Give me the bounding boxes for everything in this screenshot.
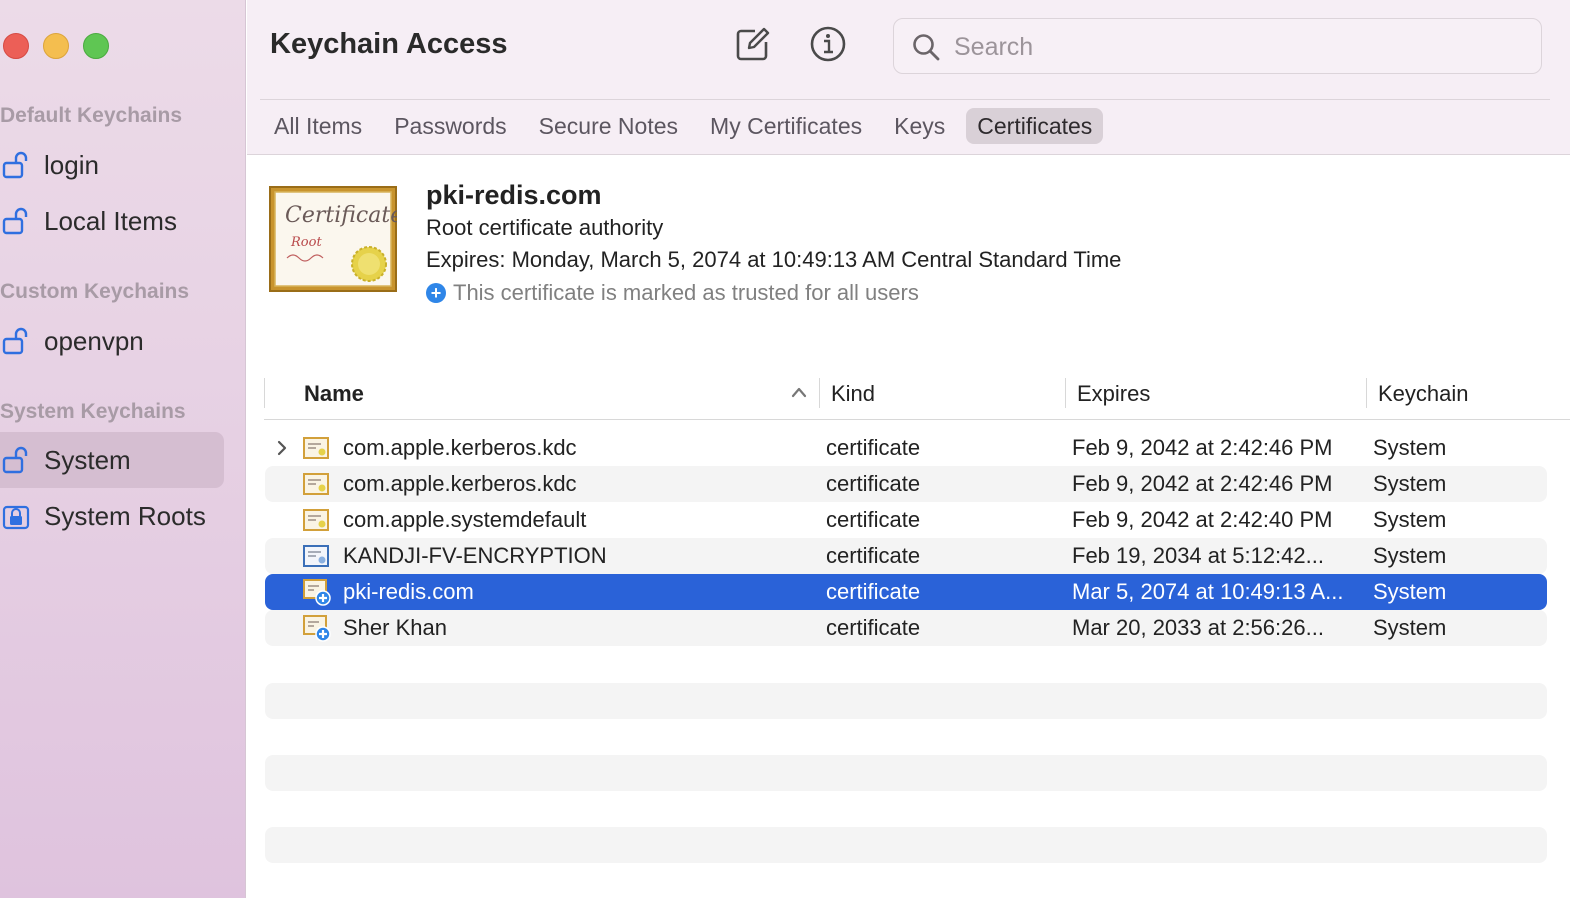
sidebar-section-default-keychains: Default Keychains bbox=[0, 104, 183, 127]
category-tabs: All Items Passwords Secure Notes My Cert… bbox=[263, 108, 1113, 144]
row-keychain: System bbox=[1373, 615, 1447, 640]
sidebar-item-local-items[interactable]: Local Items bbox=[0, 193, 224, 249]
row-kind: certificate bbox=[826, 615, 921, 640]
certificate-icon bbox=[303, 509, 329, 531]
certificate-trust-status: + This certificate is marked as trusted … bbox=[426, 280, 919, 306]
svg-text:Certificate: Certificate bbox=[285, 203, 397, 228]
row-expires: Feb 19, 2034 at 5:12:42... bbox=[1072, 543, 1324, 568]
column-header-expires[interactable]: Expires bbox=[1077, 376, 1150, 412]
unlocked-padlock-icon bbox=[2, 446, 28, 474]
tab-secure-notes[interactable]: Secure Notes bbox=[528, 108, 689, 144]
close-window-button[interactable] bbox=[3, 33, 29, 59]
row-expires: Feb 9, 2042 at 2:42:46 PM bbox=[1072, 471, 1333, 496]
sidebar-item-label: openvpn bbox=[44, 325, 144, 356]
sidebar-item-system[interactable]: System bbox=[0, 432, 224, 488]
sidebar-section-custom-keychains: Custom Keychains bbox=[0, 280, 190, 303]
certificate-type: Root certificate authority bbox=[426, 215, 664, 240]
row-expires: Feb 9, 2042 at 2:42:46 PM bbox=[1072, 435, 1333, 460]
empty-table-row bbox=[265, 755, 1547, 791]
table-row[interactable]: KANDJI-FV-ENCRYPTION certificate Feb 19,… bbox=[265, 538, 1547, 574]
trusted-plus-icon: + bbox=[426, 283, 446, 303]
toolbar: Keychain Access All Items Passwords Secu… bbox=[247, 0, 1570, 155]
tab-my-certificates[interactable]: My Certificates bbox=[699, 108, 873, 144]
table-row[interactable]: com.apple.kerberos.kdc certificate Feb 9… bbox=[265, 430, 1547, 466]
sidebar-item-openvpn[interactable]: openvpn bbox=[0, 313, 224, 369]
zoom-window-button[interactable] bbox=[83, 33, 109, 59]
table-header: Name Kind Expires Keychain bbox=[264, 376, 1570, 420]
sidebar-item-label: Local Items bbox=[44, 205, 177, 236]
certificate-icon bbox=[303, 437, 329, 459]
column-separator[interactable] bbox=[819, 378, 820, 408]
sidebar-item-system-roots[interactable]: System Roots bbox=[0, 488, 224, 544]
tab-certificates[interactable]: Certificates bbox=[966, 108, 1104, 144]
column-header-kind[interactable]: Kind bbox=[831, 376, 875, 412]
certificate-icon bbox=[303, 473, 329, 495]
sidebar: Default Keychains login Local Items Cust… bbox=[0, 0, 246, 898]
minimize-window-button[interactable] bbox=[43, 33, 69, 59]
column-separator bbox=[264, 378, 265, 408]
row-kind: certificate bbox=[826, 435, 921, 460]
certificate-name: pki-redis.com bbox=[426, 180, 602, 210]
sidebar-item-label: System bbox=[44, 444, 131, 475]
search-icon bbox=[913, 34, 940, 61]
row-name: Sher Khan bbox=[343, 615, 447, 640]
trust-text: This certificate is marked as trusted fo… bbox=[453, 280, 919, 305]
row-keychain: System bbox=[1373, 471, 1447, 496]
sidebar-item-login[interactable]: login bbox=[0, 137, 224, 193]
certificate-list: com.apple.kerberos.kdc certificate Feb 9… bbox=[265, 430, 1547, 646]
table-row[interactable]: com.apple.systemdefault certificate Feb … bbox=[265, 502, 1547, 538]
row-name: pki-redis.com bbox=[343, 579, 474, 604]
row-keychain: System bbox=[1373, 579, 1447, 604]
sidebar-item-label: System Roots bbox=[44, 500, 206, 531]
row-name: KANDJI-FV-ENCRYPTION bbox=[343, 543, 607, 568]
row-name: com.apple.kerberos.kdc bbox=[343, 471, 577, 496]
tab-all-items[interactable]: All Items bbox=[263, 108, 373, 144]
certificate-icon bbox=[303, 545, 329, 567]
unlocked-padlock-icon bbox=[2, 207, 28, 235]
table-row[interactable]: com.apple.kerberos.kdc certificate Feb 9… bbox=[265, 466, 1547, 502]
row-name: com.apple.kerberos.kdc bbox=[343, 435, 577, 460]
row-kind: certificate bbox=[826, 543, 921, 568]
tab-keys[interactable]: Keys bbox=[883, 108, 956, 144]
certificate-expiry: Expires: Monday, March 5, 2074 at 10:49:… bbox=[426, 247, 1122, 272]
app-title: Keychain Access bbox=[270, 28, 508, 60]
disclosure-chevron-icon[interactable] bbox=[275, 439, 289, 457]
empty-table-row bbox=[265, 683, 1547, 719]
root-certificate-icon: Certificate Root bbox=[269, 186, 397, 292]
main-content: Keychain Access All Items Passwords Secu… bbox=[247, 0, 1570, 898]
compose-icon[interactable] bbox=[733, 24, 773, 64]
row-keychain: System bbox=[1373, 543, 1447, 568]
row-keychain: System bbox=[1373, 507, 1447, 532]
table-row[interactable]: Sher Khan certificate Mar 20, 2033 at 2:… bbox=[265, 610, 1547, 646]
locked-padlock-icon bbox=[2, 505, 30, 530]
trusted-certificate-icon bbox=[303, 615, 331, 642]
row-kind: certificate bbox=[826, 507, 921, 532]
sidebar-section-system-keychains: System Keychains bbox=[0, 400, 186, 423]
svg-text:Root: Root bbox=[290, 235, 322, 250]
row-expires: Mar 5, 2074 at 10:49:13 A... bbox=[1072, 579, 1344, 604]
column-header-keychain[interactable]: Keychain bbox=[1378, 376, 1469, 412]
search-field[interactable] bbox=[893, 18, 1542, 74]
tab-passwords[interactable]: Passwords bbox=[383, 108, 517, 144]
row-kind: certificate bbox=[826, 579, 921, 604]
empty-table-row bbox=[265, 827, 1547, 863]
sort-ascending-chevron-icon[interactable] bbox=[790, 385, 808, 399]
row-kind: certificate bbox=[826, 471, 921, 496]
unlocked-padlock-icon bbox=[2, 327, 28, 355]
trusted-certificate-icon bbox=[303, 579, 331, 606]
unlocked-padlock-icon bbox=[2, 151, 28, 179]
table-row-selected[interactable]: pki-redis.com certificate Mar 5, 2074 at… bbox=[265, 574, 1547, 610]
row-name: com.apple.systemdefault bbox=[343, 507, 587, 532]
column-separator[interactable] bbox=[1065, 378, 1066, 408]
search-input[interactable] bbox=[954, 27, 1514, 67]
sidebar-item-label: login bbox=[44, 149, 99, 180]
column-header-name[interactable]: Name bbox=[304, 376, 364, 412]
info-icon[interactable] bbox=[808, 24, 848, 64]
row-expires: Mar 20, 2033 at 2:56:26... bbox=[1072, 615, 1324, 640]
toolbar-divider bbox=[260, 99, 1550, 100]
row-expires: Feb 9, 2042 at 2:42:40 PM bbox=[1072, 507, 1333, 532]
column-separator[interactable] bbox=[1366, 378, 1367, 408]
row-keychain: System bbox=[1373, 435, 1447, 460]
